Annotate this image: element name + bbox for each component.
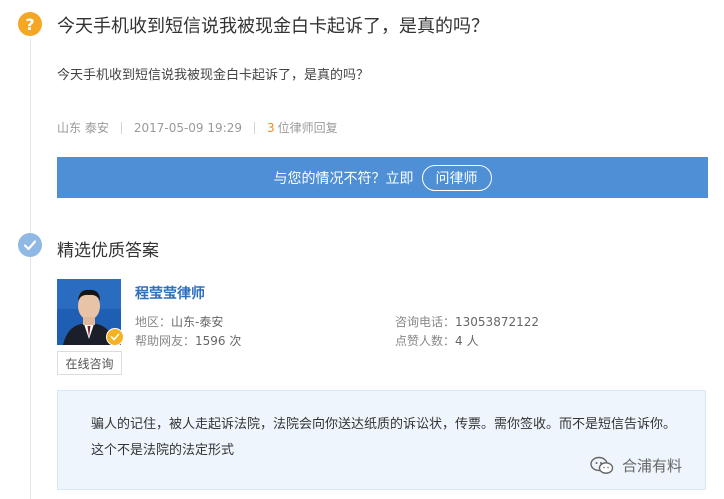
question-title: 今天手机收到短信说我被现金白卡起诉了，是真的吗？ (57, 16, 489, 37)
phone-label: 咨询电话： (395, 315, 456, 329)
reply-count: 3 (266, 120, 275, 135)
section-title: 精选优质答案 (57, 241, 159, 261)
lawyer-name-link[interactable]: 程莹莹律师 (135, 283, 205, 303)
question-meta: 山东 泰安 2017-05-09 19:29 3 位律师回复 (57, 119, 338, 136)
phone-value: 13053872122 (455, 315, 539, 329)
helped-value: 1596 次 (195, 334, 242, 348)
online-consult-button[interactable]: 在线咨询 (57, 351, 122, 375)
lawyer-likes: 点赞人数：4 人 (395, 332, 478, 349)
region-value: 山东-泰安 (171, 315, 224, 329)
banner-text: 与您的情况不符？立即 (273, 170, 414, 187)
likes-label: 点赞人数： (395, 334, 456, 348)
ask-lawyer-button[interactable]: 问律师 (421, 164, 492, 191)
ask-lawyer-banner: 与您的情况不符？立即 问律师 (57, 157, 708, 198)
helped-label: 帮助网友： (135, 334, 196, 348)
question-location: 山东 泰安 (57, 121, 109, 135)
watermark-text: 合浦有料 (622, 457, 683, 475)
question-datetime: 2017-05-09 19:29 (133, 120, 242, 135)
divider (253, 121, 255, 134)
check-circle-icon (18, 233, 42, 257)
wechat-icon (590, 456, 614, 476)
divider (120, 121, 122, 134)
likes-value: 4 人 (455, 334, 479, 348)
region-label: 地区： (135, 315, 172, 329)
question-mark-icon: ? (18, 12, 42, 36)
lawyer-region: 地区：山东-泰安 (135, 313, 223, 330)
question-body: 今天手机收到短信说我被现金白卡起诉了，是真的吗？ (57, 68, 370, 83)
lawyer-helped: 帮助网友：1596 次 (135, 332, 241, 349)
verified-badge-icon (106, 328, 124, 346)
lawyer-phone: 咨询电话：13053872122 (395, 313, 539, 330)
watermark: 合浦有料 (590, 455, 682, 476)
timeline-line (30, 38, 31, 499)
reply-suffix: 位律师回复 (277, 121, 338, 135)
